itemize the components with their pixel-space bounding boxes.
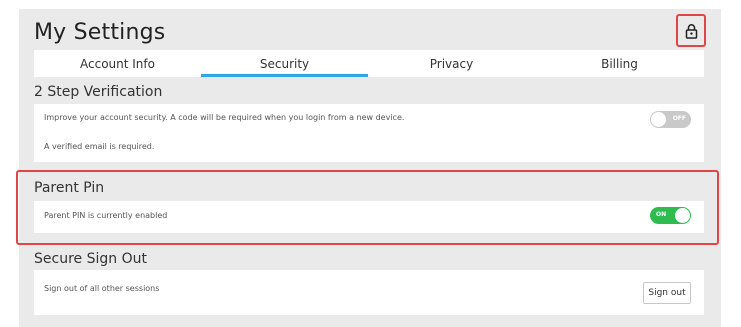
secure-signout-description: Sign out of all other sessions xyxy=(44,284,160,293)
tab-account-info[interactable]: Account Info xyxy=(34,50,201,77)
tab-privacy[interactable]: Privacy xyxy=(368,50,535,77)
two-step-card: Improve your account security. A code wi… xyxy=(34,104,704,162)
toggle-knob xyxy=(651,112,666,127)
settings-tabs: Account Info Security Privacy Billing xyxy=(34,50,704,77)
tab-security[interactable]: Security xyxy=(201,50,368,77)
two-step-description: Improve your account security. A code wi… xyxy=(44,113,405,122)
secure-signout-title: Secure Sign Out xyxy=(34,251,147,267)
sign-out-button[interactable]: Sign out xyxy=(643,282,691,304)
two-step-title: 2 Step Verification xyxy=(34,84,163,100)
two-step-note: A verified email is required. xyxy=(44,142,155,151)
lock-button[interactable] xyxy=(676,14,706,47)
toggle-state-label: OFF xyxy=(672,115,686,122)
two-step-toggle[interactable]: OFF xyxy=(650,111,691,128)
secure-signout-card: Sign out of all other sessions Sign out xyxy=(34,270,704,315)
lock-icon xyxy=(685,23,697,39)
tab-billing[interactable]: Billing xyxy=(535,50,704,77)
page-title: My Settings xyxy=(34,20,166,45)
parent-pin-highlight xyxy=(16,170,719,245)
